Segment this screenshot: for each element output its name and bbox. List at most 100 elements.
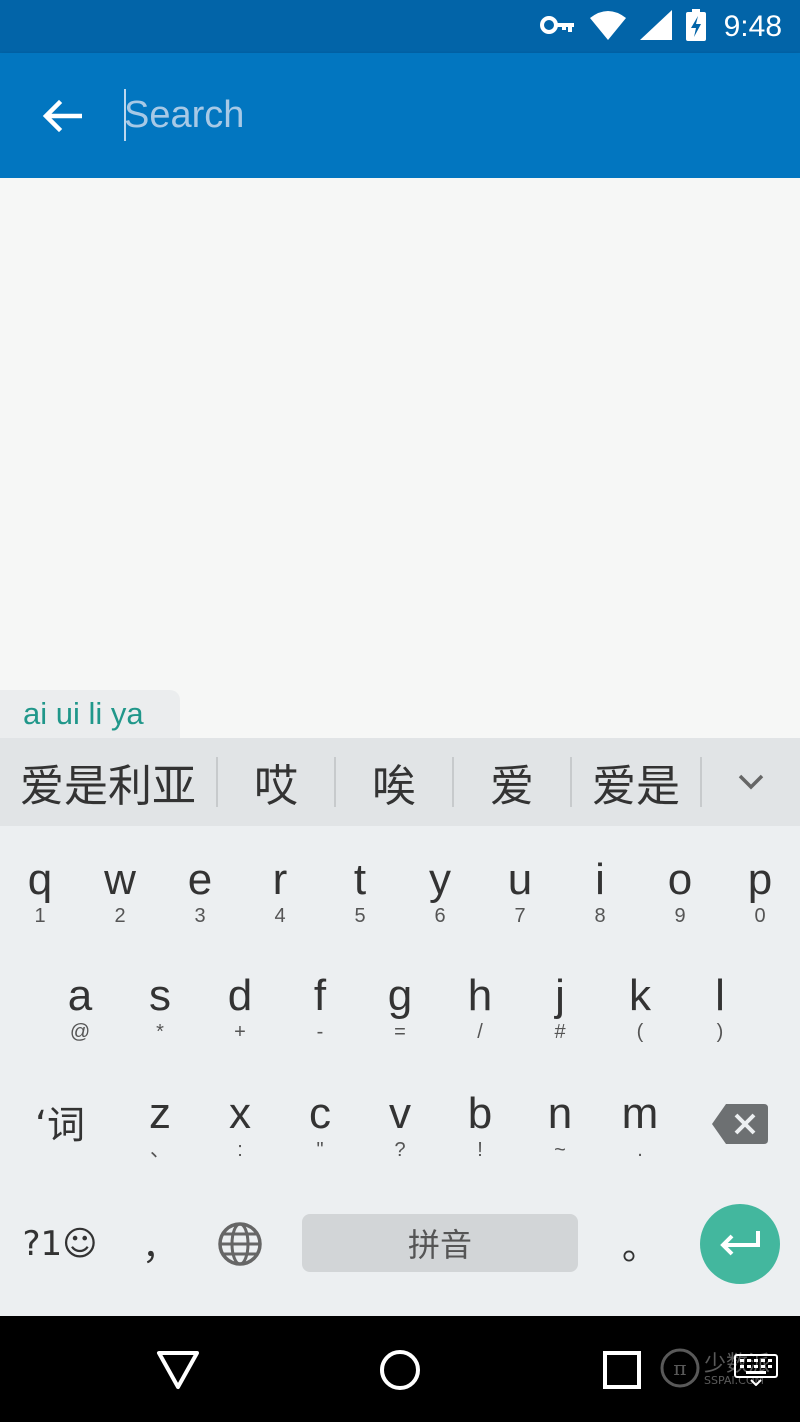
comma-key-label: ， bbox=[141, 1227, 178, 1268]
word-key[interactable]: ‘词 bbox=[20, 1098, 100, 1152]
key-sub-label: 1 bbox=[34, 905, 46, 927]
key-sub-label: : bbox=[237, 1139, 243, 1161]
nav-recents-button[interactable] bbox=[592, 1344, 652, 1396]
candidate-3[interactable]: 爱 bbox=[454, 752, 570, 812]
comma-key[interactable]: ， bbox=[120, 1224, 200, 1272]
search-field[interactable] bbox=[124, 87, 744, 143]
symbols-key[interactable]: ?1☺ bbox=[12, 1220, 108, 1268]
key-sub-label: = bbox=[394, 1021, 406, 1043]
status-time: 9:48 bbox=[723, 10, 782, 43]
key-main-label: m bbox=[621, 1089, 659, 1138]
svg-text:π: π bbox=[673, 1356, 686, 1380]
word-key-label: ‘词 bbox=[34, 1103, 86, 1147]
key-main-label: b bbox=[467, 1089, 493, 1138]
enter-icon bbox=[720, 1231, 760, 1256]
key-main-label: d bbox=[227, 971, 253, 1020]
key-main-label: t bbox=[353, 855, 367, 904]
key-x[interactable]: x: bbox=[200, 1090, 280, 1162]
key-main-label: n bbox=[547, 1089, 573, 1138]
key-sub-label: . bbox=[637, 1139, 643, 1161]
key-r[interactable]: r4 bbox=[240, 856, 320, 928]
key-sub-label: 、 bbox=[150, 1139, 170, 1161]
key-k[interactable]: k( bbox=[600, 972, 680, 1044]
key-l[interactable]: l) bbox=[680, 972, 760, 1044]
candidate-0[interactable]: 爱是利亚 bbox=[0, 752, 216, 812]
key-sub-label: ( bbox=[636, 1021, 644, 1043]
sspai-logo-icon: π bbox=[660, 1348, 700, 1388]
key-c[interactable]: c " bbox=[280, 1090, 360, 1162]
key-s[interactable]: s * bbox=[120, 972, 200, 1044]
key-main-label: v bbox=[389, 1089, 411, 1138]
key-main-label: w bbox=[104, 855, 136, 904]
period-key[interactable]: 。 bbox=[600, 1224, 680, 1272]
app-bar bbox=[0, 53, 800, 178]
more-candidates-button[interactable] bbox=[702, 738, 800, 826]
key-q[interactable]: q1 bbox=[0, 856, 80, 928]
vpn-key-icon bbox=[539, 14, 576, 40]
key-i[interactable]: i8 bbox=[560, 856, 640, 928]
key-main-label: q bbox=[27, 855, 53, 904]
candidate-2[interactable]: 唉 bbox=[336, 752, 452, 812]
key-sub-label: 5 bbox=[354, 905, 366, 927]
key-sub-label: " bbox=[316, 1139, 324, 1161]
back-triangle-icon bbox=[157, 1351, 199, 1389]
key-main-label: j bbox=[555, 971, 565, 1020]
key-e[interactable]: e3 bbox=[160, 856, 240, 928]
candidate-1[interactable]: 哎 bbox=[218, 752, 334, 812]
arrow-left-icon bbox=[42, 99, 82, 133]
key-g[interactable]: g = bbox=[360, 972, 440, 1044]
key-v[interactable]: v? bbox=[360, 1090, 440, 1162]
key-b[interactable]: b! bbox=[440, 1090, 520, 1162]
key-sub-label: - bbox=[316, 1021, 324, 1043]
key-o[interactable]: o9 bbox=[640, 856, 720, 928]
key-d[interactable]: d + bbox=[200, 972, 280, 1044]
symbols-key-label: ?1☺ bbox=[22, 1224, 98, 1264]
key-t[interactable]: t5 bbox=[320, 856, 400, 928]
key-main-label: z bbox=[149, 1089, 171, 1138]
key-sub-label: / bbox=[477, 1021, 483, 1043]
nav-back-button[interactable] bbox=[148, 1344, 208, 1396]
key-n[interactable]: n ~ bbox=[520, 1090, 600, 1162]
content-area bbox=[0, 178, 800, 690]
key-main-label: h bbox=[467, 971, 493, 1020]
enter-key[interactable] bbox=[700, 1204, 780, 1284]
key-z[interactable]: z、 bbox=[120, 1090, 200, 1162]
key-sub-label: ! bbox=[477, 1139, 483, 1161]
key-sub-label: 2 bbox=[114, 905, 126, 927]
backspace-icon bbox=[712, 1104, 768, 1144]
key-main-label: i bbox=[595, 855, 605, 904]
candidate-bar: 爱是利亚 哎 唉 爱 爱是 bbox=[0, 738, 800, 826]
watermark-subtext: SSPAI.COM bbox=[704, 1374, 764, 1387]
key-main-label: g bbox=[387, 971, 413, 1020]
key-m[interactable]: m. bbox=[600, 1090, 680, 1162]
space-key[interactable]: 拼音 bbox=[302, 1214, 578, 1272]
key-a[interactable]: a @ bbox=[40, 972, 120, 1044]
key-j[interactable]: j # bbox=[520, 972, 600, 1044]
key-main-label: f bbox=[313, 971, 327, 1020]
key-main-label: y bbox=[429, 855, 451, 904]
language-key[interactable] bbox=[200, 1220, 280, 1268]
search-input[interactable] bbox=[124, 87, 744, 143]
key-h[interactable]: h / bbox=[440, 972, 520, 1044]
keyboard: 爱是利亚 哎 唉 爱 爱是 q1 w2 e3 r4 t5 y6 u7 i8 o9… bbox=[0, 738, 800, 1316]
period-key-label: 。 bbox=[621, 1227, 658, 1268]
key-f[interactable]: f- bbox=[280, 972, 360, 1044]
backspace-key[interactable] bbox=[700, 1100, 780, 1148]
globe-icon bbox=[218, 1222, 262, 1266]
key-sub-label: # bbox=[554, 1021, 566, 1043]
key-sub-label: ~ bbox=[554, 1139, 566, 1161]
key-sub-label: + bbox=[234, 1021, 246, 1043]
key-w[interactable]: w2 bbox=[80, 856, 160, 928]
key-main-label: a bbox=[67, 971, 93, 1020]
nav-home-button[interactable] bbox=[370, 1344, 430, 1396]
candidate-4[interactable]: 爱是 bbox=[572, 752, 700, 812]
status-bar: 9:48 bbox=[0, 0, 800, 53]
key-sub-label: 9 bbox=[674, 905, 686, 927]
composing-text: ai ui li ya bbox=[0, 690, 180, 738]
key-y[interactable]: y6 bbox=[400, 856, 480, 928]
key-p[interactable]: p0 bbox=[720, 856, 800, 928]
key-u[interactable]: u7 bbox=[480, 856, 560, 928]
key-main-label: k bbox=[629, 971, 651, 1020]
back-button[interactable] bbox=[34, 91, 90, 141]
chevron-down-icon bbox=[738, 774, 764, 790]
